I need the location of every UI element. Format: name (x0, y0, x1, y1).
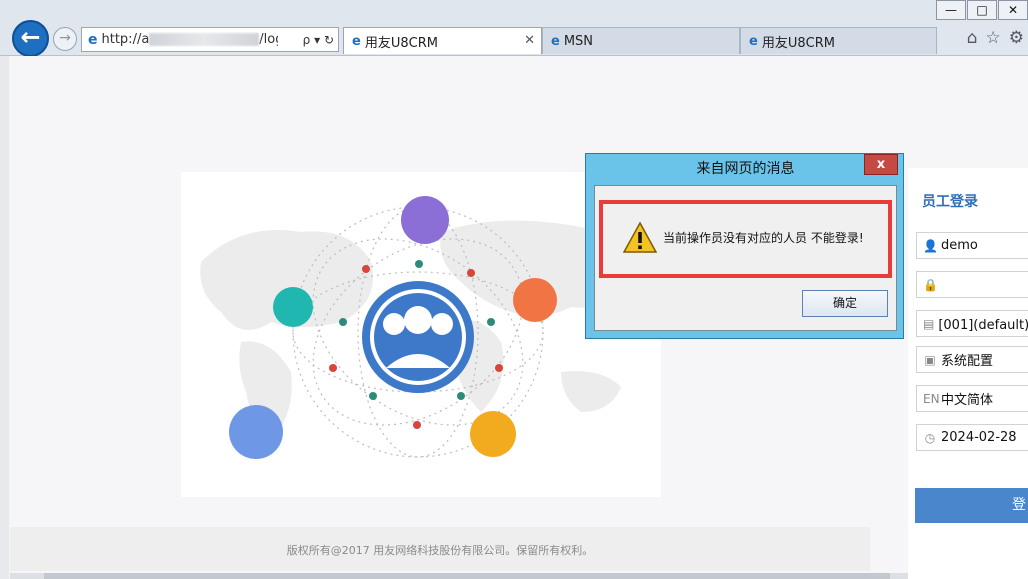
highlight-box: 当前操作员没有对应的人员 不能登录! (599, 200, 892, 278)
ok-button[interactable]: 确定 (802, 290, 888, 317)
config-icon: ▣ (924, 352, 936, 367)
tab-msn[interactable]: e MSN (542, 27, 740, 54)
tab-title: 用友U8CRM (364, 35, 438, 51)
scrollbar-thumb[interactable] (44, 573, 890, 579)
toolbar-icons: ⌂ ☆ ⚙ (967, 28, 1024, 48)
pie-chart-icon (513, 278, 557, 322)
login-button[interactable]: 登 (915, 488, 1028, 523)
language-icon: EN (923, 391, 940, 406)
window-controls: — □ ✕ (935, 0, 1028, 20)
ie-logo-icon: e (352, 33, 361, 49)
address-bar[interactable]: e http://a/login/logi ρ ▾ ↻ (81, 27, 339, 52)
settings-gear-icon[interactable]: ⚙ (1009, 28, 1024, 48)
minimize-button[interactable]: — (936, 0, 966, 20)
config-select[interactable]: ▣ 系统配置 (916, 346, 1028, 373)
alert-dialog: 来自网页的消息 x 当前操作员没有对应的人员 不能登录! 确定 (585, 153, 904, 339)
account-icon: ▤ (923, 316, 935, 331)
warning-icon (623, 221, 657, 253)
ie-logo-icon: e (551, 33, 560, 49)
back-arrow-icon[interactable]: ← (12, 20, 49, 57)
devices-icon (470, 411, 516, 457)
left-edge-panel (0, 56, 9, 579)
maximize-button[interactable]: □ (967, 0, 997, 20)
address-controls[interactable]: ρ ▾ ↻ (278, 33, 338, 47)
password-field[interactable]: 🔒 (916, 271, 1028, 298)
lock-icon: 🔒 (923, 277, 938, 292)
ie-logo-icon: e (88, 31, 98, 48)
forward-arrow-icon[interactable]: → (53, 27, 77, 51)
clock-icon: ◷ (924, 430, 936, 445)
ie-logo-icon: e (749, 33, 758, 49)
dialog-message: 当前操作员没有对应的人员 不能登录! (663, 231, 864, 245)
tab-u8crm-active[interactable]: e 用友U8CRM ✕ (343, 27, 542, 54)
browser-toolbar: — □ ✕ ← → e http://a/login/logi ρ ▾ ↻ e … (0, 0, 1028, 57)
close-window-button[interactable]: ✕ (998, 0, 1028, 20)
users-icon (401, 196, 449, 244)
dialog-title: 来自网页的消息 (696, 161, 795, 177)
copyright-text: 版权所有@2017 用友网络科技股份有限公司。保留所有权利。 (286, 544, 594, 557)
tab-title: 用友U8CRM (761, 35, 835, 51)
tab-u8crm-2[interactable]: e 用友U8CRM (740, 27, 937, 54)
dialog-body: 当前操作员没有对应的人员 不能登录! 确定 (594, 185, 897, 331)
tab-title: MSN (563, 33, 594, 49)
username-field[interactable]: 👤 demo (916, 232, 1028, 259)
login-title: 员工登录 (922, 194, 978, 210)
horizontal-scrollbar[interactable] (10, 573, 1028, 579)
url-text[interactable]: http://a/login/logi (102, 32, 279, 47)
favorites-star-icon[interactable]: ☆ (986, 28, 1001, 48)
team-center-icon (362, 281, 474, 393)
date-field[interactable]: ◷ 2024-02-28 (916, 424, 1028, 451)
org-chart-icon (273, 287, 313, 327)
bar-chart-icon (229, 405, 283, 459)
redacted-url (149, 33, 260, 46)
home-icon[interactable]: ⌂ (967, 28, 978, 48)
user-icon: 👤 (923, 238, 938, 253)
account-select[interactable]: ▤ [001](default)自 (916, 310, 1028, 337)
language-select[interactable]: EN 中文简体 (916, 385, 1028, 412)
close-tab-icon[interactable]: ✕ (524, 33, 535, 48)
close-icon[interactable]: x (864, 154, 898, 175)
